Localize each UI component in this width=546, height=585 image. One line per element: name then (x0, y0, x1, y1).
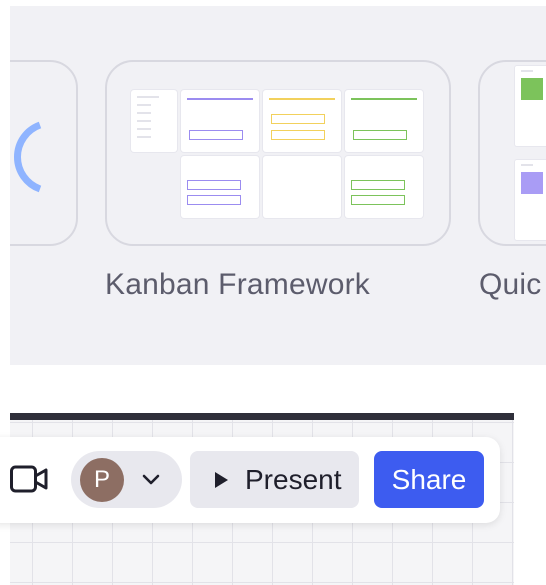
template-card-kanban-framework[interactable] (105, 60, 451, 246)
share-button-label: Share (391, 464, 467, 495)
top-dark-bar (10, 413, 514, 420)
template-card-quick[interactable] (478, 60, 546, 246)
kanban-preview-column-1 (181, 90, 259, 152)
avatar[interactable]: P (80, 458, 124, 502)
kanban-preview-column-3 (345, 90, 423, 152)
template-card-partial-left[interactable] (10, 60, 78, 246)
play-icon (215, 472, 228, 488)
present-button-label: Present (245, 464, 342, 495)
arc-preview-icon (13, 121, 42, 193)
template-label-quick: Quic (479, 268, 542, 301)
kanban-preview-cell-6 (345, 156, 423, 218)
video-camera-icon[interactable] (10, 463, 48, 495)
kanban-preview-cell-4 (181, 156, 259, 218)
purple-sticky-icon (521, 172, 543, 194)
kanban-preview-cell-5 (263, 156, 341, 218)
template-gallery: Kanban Framework Quic (10, 6, 546, 365)
kanban-preview-sidebar (131, 90, 177, 152)
green-sticky-icon (521, 78, 543, 100)
chevron-down-icon[interactable] (141, 472, 161, 488)
kanban-preview-column-2 (263, 90, 341, 152)
app-window: Kanban Framework Quic P Present Share (0, 0, 546, 585)
quick-preview-cell-1 (515, 66, 546, 146)
quick-preview-cell-2 (515, 160, 546, 240)
template-label-kanban: Kanban Framework (105, 268, 370, 301)
